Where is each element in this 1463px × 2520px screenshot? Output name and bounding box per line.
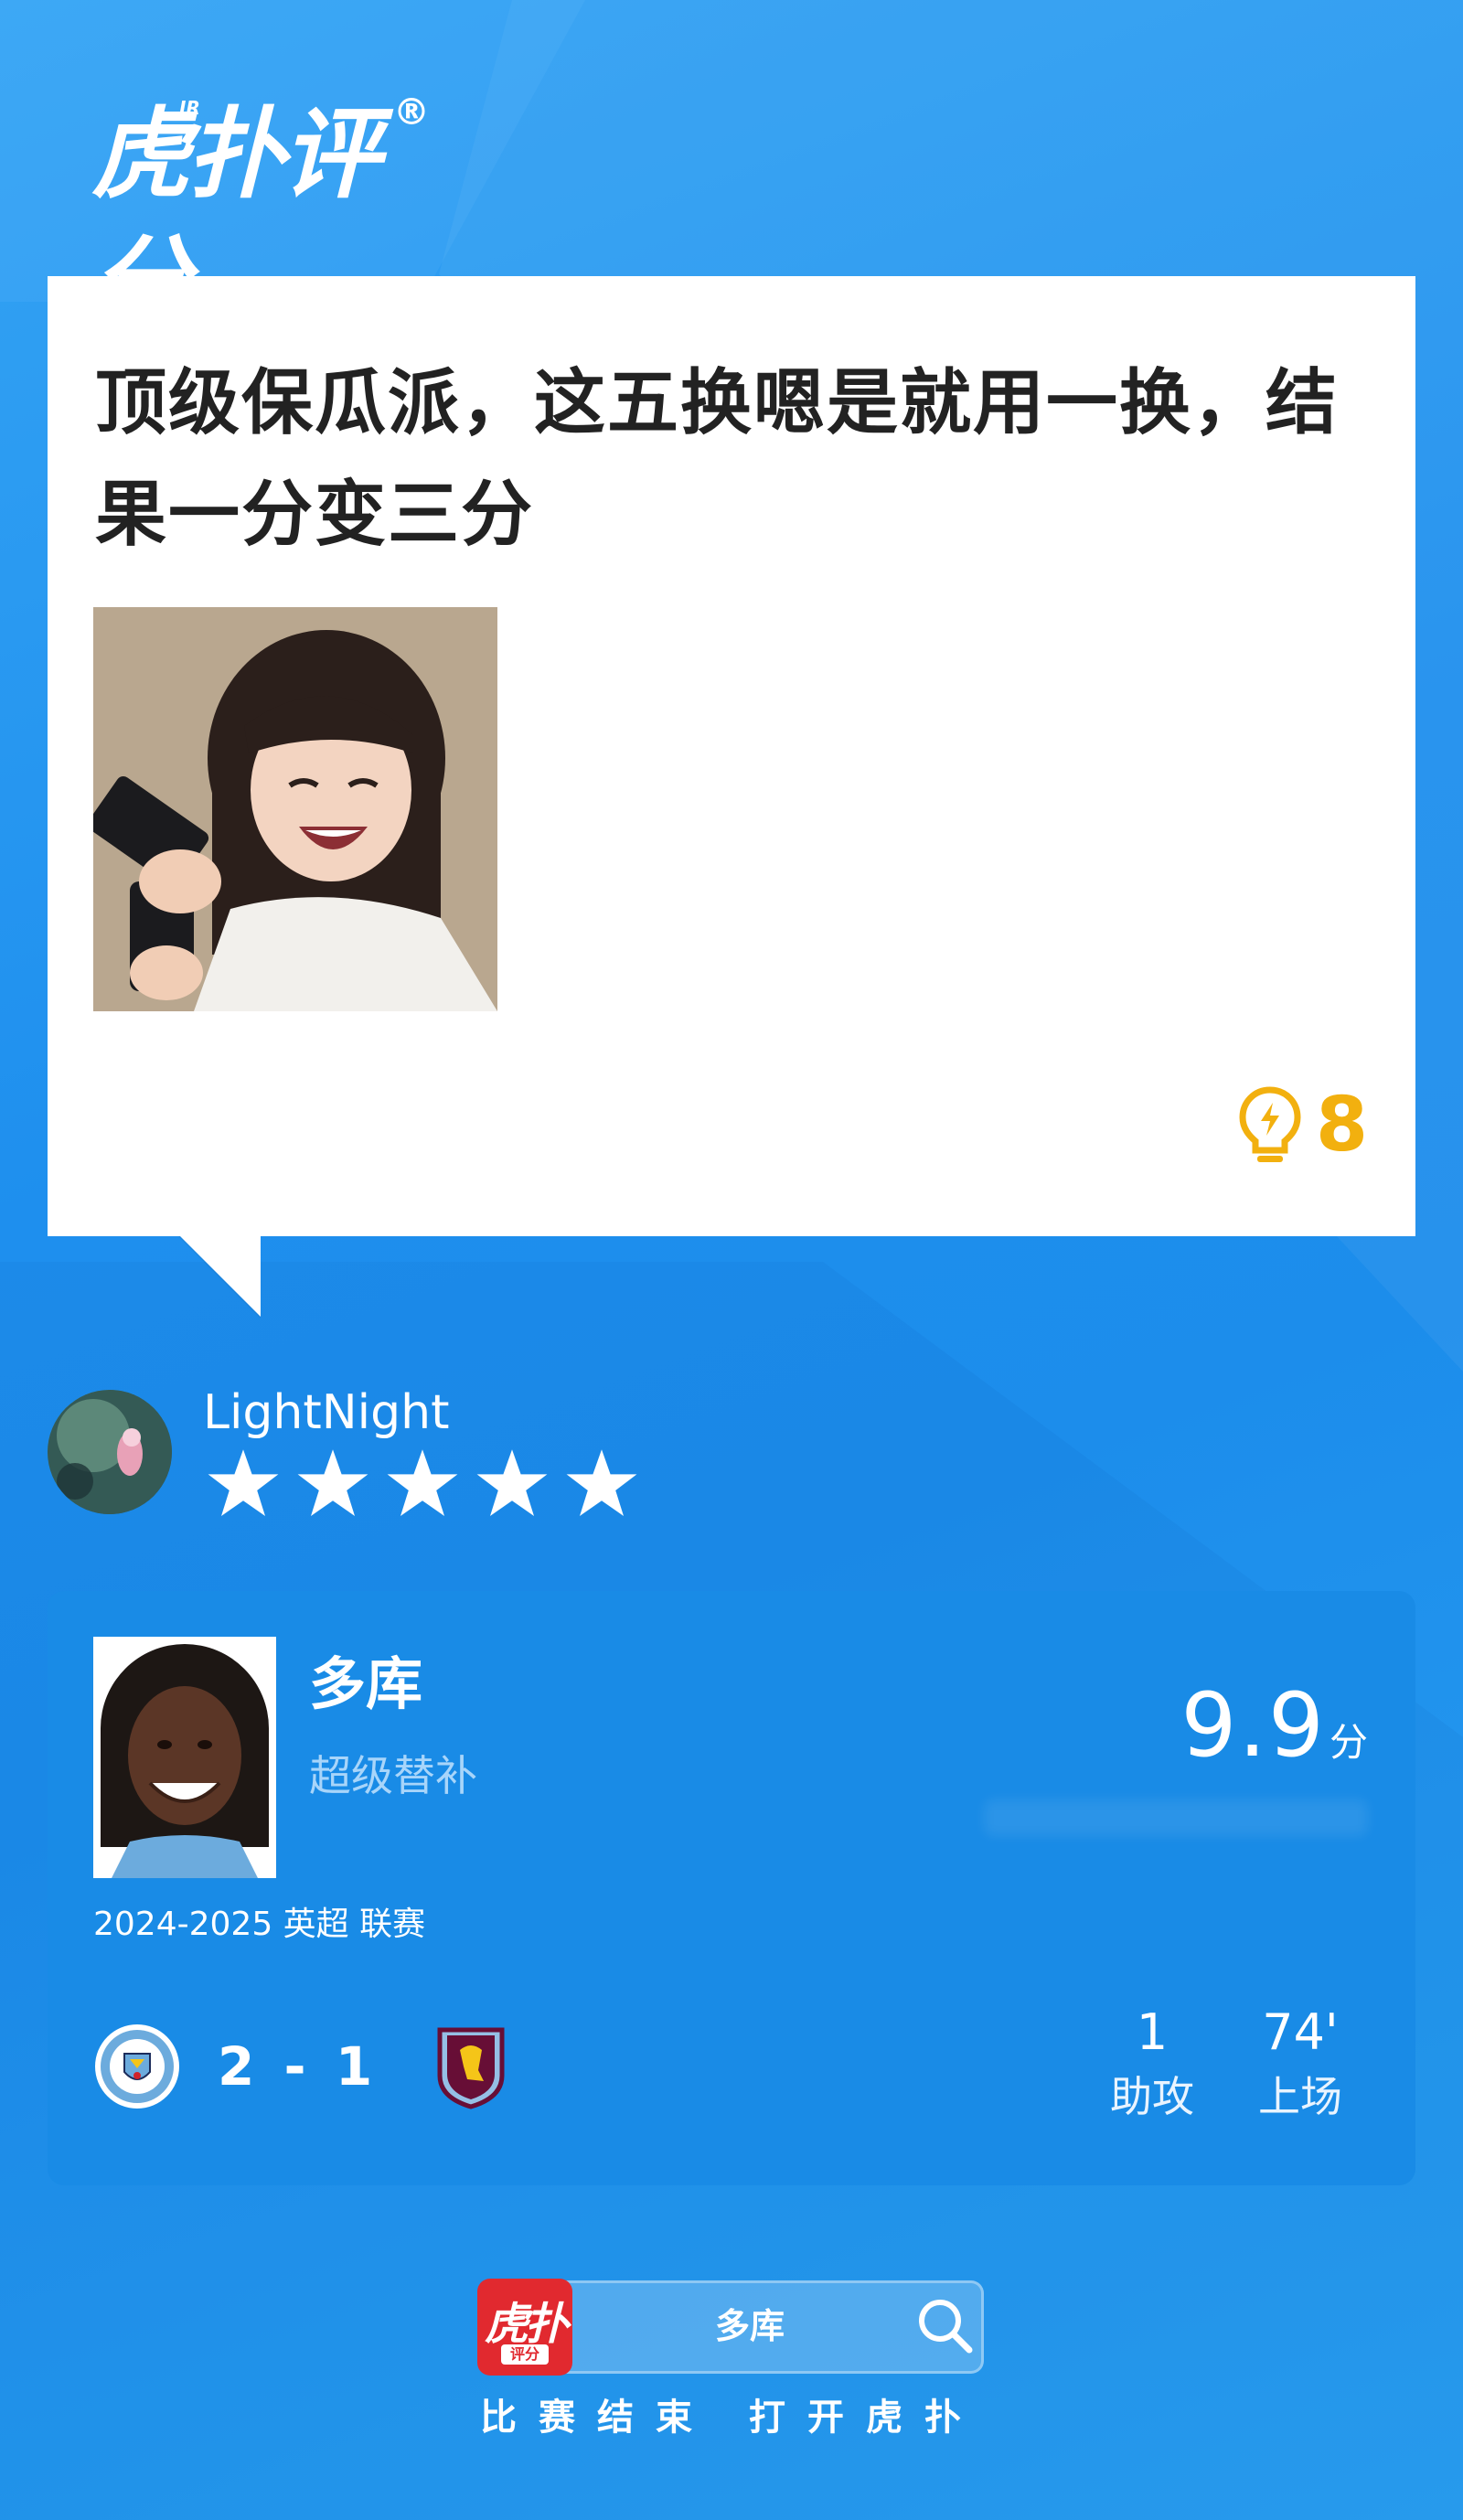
hupu-app-icon[interactable]: 虎扑 评分 xyxy=(477,2279,572,2376)
player-portrait xyxy=(93,1637,276,1878)
aston-villa-crest-icon xyxy=(437,2027,505,2109)
app-icon-text: 虎扑 xyxy=(484,2299,569,2350)
like-count: 8 xyxy=(1315,1082,1368,1169)
avatar-image xyxy=(48,1390,172,1514)
blurred-rating-info xyxy=(984,1799,1368,1836)
username[interactable]: LightNight xyxy=(203,1381,449,1445)
star-icon xyxy=(208,1449,279,1516)
player-tag: 超级替补 xyxy=(309,1751,477,1800)
manchester-city-crest-icon xyxy=(95,2024,179,2109)
stat-value: 1 xyxy=(1136,2003,1169,2061)
player-rating-card[interactable]: 多库 超级替补 9.9 分 2024-2025 英超 联赛 2 - 1 1 助攻… xyxy=(48,1591,1415,2185)
stat-label: 上场 xyxy=(1258,2072,1342,2121)
hupu-rating-logo: 虎扑评分 xyxy=(91,91,439,340)
player-stats: 1 助攻 74' 上场 xyxy=(1110,2001,1342,2129)
search-icon[interactable] xyxy=(914,2295,975,2355)
rating-stars xyxy=(207,1447,638,1520)
star-icon xyxy=(387,1449,458,1516)
logo-jr-badge: JR xyxy=(179,97,200,119)
comment-card[interactable]: 顶级保瓜派，这五换嗯是就用一换，结果一分变三分 8 xyxy=(48,276,1415,1236)
stat-assists: 1 助攻 xyxy=(1110,2001,1194,2129)
stat-minutes: 74' 上场 xyxy=(1258,2001,1342,2129)
player-name: 多库 xyxy=(309,1650,423,1717)
season-label: 2024-2025 英超 联赛 xyxy=(93,1906,426,1943)
meme-girl-illustration xyxy=(93,607,497,1011)
comment-text: 顶级保瓜派，这五换嗯是就用一换，结果一分变三分 xyxy=(95,362,1340,556)
search-query[interactable]: 多库 xyxy=(695,2299,805,2354)
card-speech-tail xyxy=(178,1234,261,1317)
score-value: 9.9 xyxy=(1180,1674,1326,1777)
star-icon xyxy=(476,1449,548,1516)
player-photo xyxy=(93,1637,276,1878)
like-counter[interactable]: 8 xyxy=(1237,1084,1368,1167)
star-icon xyxy=(297,1449,368,1516)
player-score: 9.9 分 xyxy=(1180,1675,1368,1776)
lightbulb-bolt-icon xyxy=(1239,1086,1301,1162)
stat-value: 74' xyxy=(1262,2003,1339,2061)
registered-mark: ® xyxy=(393,91,430,133)
match-score: 2 - 1 xyxy=(218,2035,379,2098)
avatar[interactable] xyxy=(48,1390,172,1514)
stat-label: 助攻 xyxy=(1110,2072,1194,2121)
comment-meme-image[interactable] xyxy=(93,607,497,1011)
app-icon-subtext: 评分 xyxy=(501,2344,549,2365)
star-icon xyxy=(566,1449,637,1516)
bottom-caption: 比赛结束 打开虎扑 xyxy=(480,2397,983,2439)
score-unit: 分 xyxy=(1329,1720,1368,1765)
match-result[interactable]: 2 - 1 xyxy=(93,2021,515,2112)
